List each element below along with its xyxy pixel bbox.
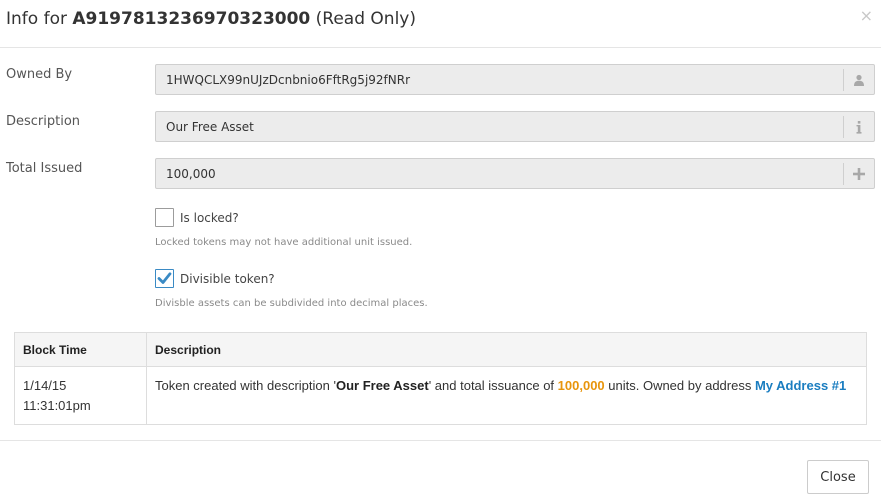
owned-by-addon <box>843 69 874 91</box>
desc-text-2: ' and total issuance of <box>428 378 558 393</box>
asset-id: A9197813236970323000 <box>72 9 311 29</box>
total-issued-label: Total Issued <box>6 161 83 176</box>
desc-amount: 100,000 <box>557 378 605 393</box>
desc-text-3: units. Owned by address <box>604 378 755 393</box>
locked-option[interactable]: Is locked? <box>155 208 239 227</box>
total-issued-value: 100,000 <box>166 167 216 181</box>
table-header-row: Block Time Description <box>14 332 867 367</box>
total-issued-addon <box>843 163 874 185</box>
info-icon <box>856 120 862 134</box>
owner-address-link[interactable]: My Address #1 <box>755 378 846 393</box>
table-row: 1/14/15 11:31:01pm Token created with de… <box>14 366 867 425</box>
checkmark-icon <box>157 272 172 284</box>
owned-by-value: 1HWQCLX99nUJzDcnbnio6FftRg5j92fNRr <box>166 73 411 87</box>
asset-info-modal: Info for A9197813236970323000 (Read Only… <box>0 0 881 504</box>
divisible-label: Divisible token? <box>180 271 275 286</box>
description-field[interactable]: Our Free Asset <box>155 111 875 142</box>
description-value: Our Free Asset <box>166 120 254 134</box>
owned-by-field[interactable]: 1HWQCLX99nUJzDcnbnio6FftRg5j92fNRr <box>155 64 875 95</box>
owned-by-label: Owned By <box>6 67 73 82</box>
title-suffix: (Read Only) <box>310 9 416 29</box>
description-addon <box>843 116 874 138</box>
description-cell: Token created with description 'Our Free… <box>146 366 867 425</box>
column-header-block-time: Block Time <box>14 332 147 367</box>
block-date: 1/14/15 <box>23 378 67 393</box>
title-prefix: Info for <box>6 9 73 29</box>
divisible-help-text: Divisble assets can be subdivided into d… <box>155 298 428 309</box>
block-time-cell: 1/14/15 11:31:01pm <box>14 366 147 425</box>
modal-title: Info for A9197813236970323000 (Read Only… <box>6 9 416 29</box>
user-icon <box>854 74 864 86</box>
divisible-option[interactable]: Divisible token? <box>155 269 275 288</box>
column-header-description: Description <box>146 332 867 367</box>
close-button[interactable]: Close <box>807 460 869 494</box>
locked-checkbox[interactable] <box>155 208 174 227</box>
divisible-checkbox[interactable] <box>155 269 174 288</box>
block-clock: 11:31:01pm <box>23 398 91 413</box>
locked-label: Is locked? <box>180 210 239 225</box>
total-issued-field[interactable]: 100,000 <box>155 158 875 189</box>
plus-icon <box>853 168 865 180</box>
description-label: Description <box>6 114 81 129</box>
locked-help-text: Locked tokens may not have additional un… <box>155 237 413 248</box>
desc-text-1: Token created with description ' <box>155 378 336 393</box>
desc-asset-name: Our Free Asset <box>335 378 429 393</box>
issuance-history-table: Block Time Description 1/14/15 11:31:01p… <box>14 332 867 425</box>
modal-header: Info for A9197813236970323000 (Read Only… <box>0 0 881 48</box>
close-icon[interactable]: × <box>860 6 873 25</box>
modal-footer: Close <box>0 440 881 504</box>
